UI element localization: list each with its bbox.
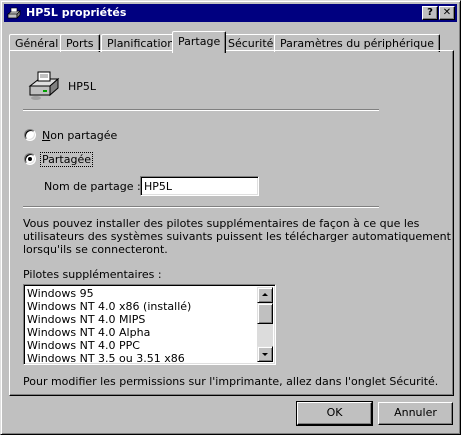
printer-icon: [28, 71, 60, 100]
radio-not-shared-label[interactable]: Non partagée: [42, 129, 117, 142]
close-button[interactable]: ✕: [439, 6, 455, 20]
list-item[interactable]: Windows NT 4.0 x86 (installé): [27, 300, 191, 313]
share-name-label: Nom de partage :: [44, 180, 141, 193]
help-button[interactable]: ?: [422, 6, 438, 20]
list-item[interactable]: Windows NT 3.5 ou 3.51 x86: [27, 352, 185, 364]
cancel-button[interactable]: Annuler: [378, 402, 453, 425]
drivers-listbox[interactable]: Windows 95 Windows NT 4.0 x86 (installé)…: [23, 284, 276, 365]
tab-partage[interactable]: Partage: [172, 31, 227, 53]
scroll-up-button[interactable]: [257, 287, 273, 303]
drivers-scrollbar[interactable]: [257, 287, 273, 362]
radio-shared-label[interactable]: Partagée: [40, 152, 93, 167]
scroll-down-button[interactable]: [257, 346, 273, 362]
arrow-up-icon: [262, 293, 268, 296]
separator: [23, 109, 379, 111]
drivers-label: Pilotes supplémentaires :: [23, 268, 162, 281]
info-text-line-1: Vous pouvez installer des pilotes supplé…: [23, 217, 420, 230]
printer-name: HP5L: [68, 80, 97, 93]
list-item[interactable]: Windows NT 4.0 Alpha: [27, 326, 150, 339]
scroll-thumb[interactable]: [257, 303, 273, 324]
list-item[interactable]: Windows NT 4.0 MIPS: [27, 313, 145, 326]
info-text-line-3: lorsqu'ils se connecteront.: [23, 243, 168, 256]
title-bar[interactable]: HP5L propriétés ? ✕: [4, 4, 457, 22]
radio-not-shared[interactable]: [24, 129, 36, 141]
separator: [23, 206, 379, 208]
printer-icon: [6, 7, 21, 19]
share-name-input[interactable]: HP5L: [140, 176, 259, 196]
info-text-line-2: utilisateurs des systèmes suivants puiss…: [23, 230, 451, 243]
window-title: HP5L propriétés: [26, 6, 127, 19]
footer-note: Pour modifier les permissions sur l'impr…: [23, 375, 439, 388]
radio-shared[interactable]: [24, 153, 36, 165]
list-item[interactable]: Windows 95: [27, 287, 94, 300]
arrow-down-icon: [262, 353, 268, 356]
properties-dialog: HP5L propriétés ? ✕ Général Ports Planif…: [0, 0, 461, 435]
list-item[interactable]: Windows NT 4.0 PPC: [27, 339, 140, 352]
ok-button[interactable]: OK: [296, 401, 373, 426]
